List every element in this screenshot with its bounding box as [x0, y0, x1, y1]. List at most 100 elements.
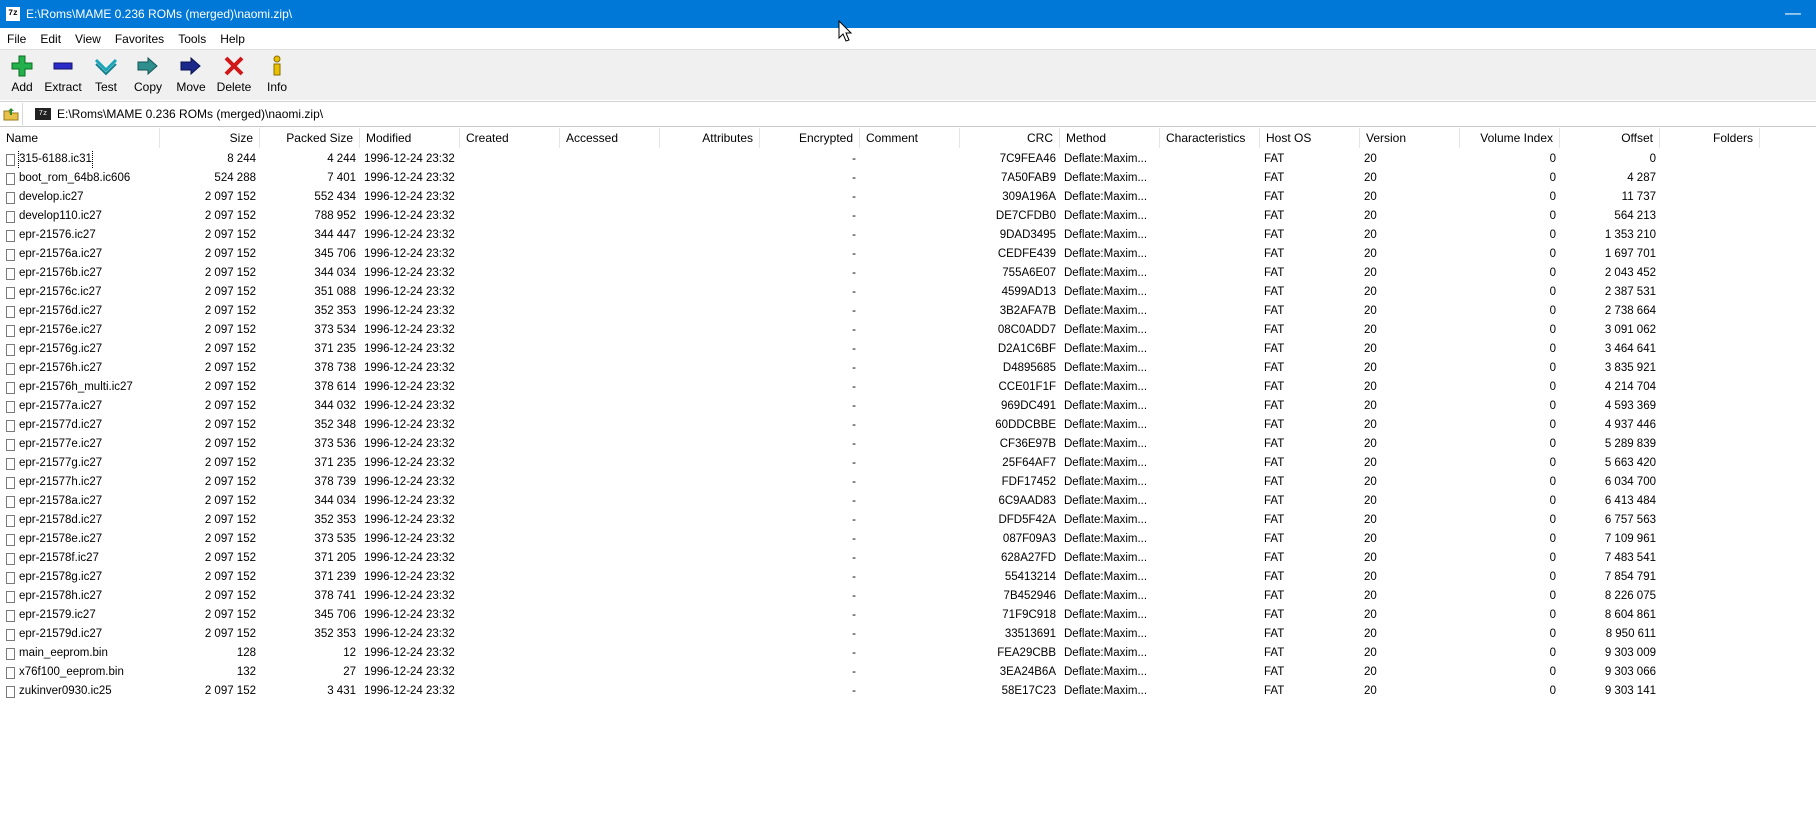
file-name: x76f100_eeprom.bin — [19, 666, 124, 678]
copy-button[interactable]: Copy — [126, 54, 170, 94]
table-row[interactable]: epr-21578d.ic27 2 097 152 352 353 1996-12-2… — [0, 511, 1816, 530]
cell-name[interactable]: epr-21576d.ic27 — [0, 302, 160, 321]
cell-name[interactable]: epr-21577d.ic27 — [0, 416, 160, 435]
table-row[interactable]: epr-21576c.ic27 2 097 152 351 088 1996-12-2… — [0, 283, 1816, 302]
column-header-folders[interactable]: Folders — [1660, 128, 1760, 148]
cell-name[interactable]: epr-21576a.ic27 — [0, 245, 160, 264]
column-header-name[interactable]: Name — [0, 128, 160, 148]
table-row[interactable]: epr-21576g.ic27 2 097 152 371 235 1996-12-2… — [0, 340, 1816, 359]
table-row[interactable]: epr-21577h.ic27 2 097 152 378 739 1996-12-2… — [0, 473, 1816, 492]
menu-view[interactable]: View — [68, 32, 108, 46]
title-bar[interactable]: 7z E:\Roms\MAME 0.236 ROMs (merged)\naom… — [0, 0, 1816, 28]
table-row[interactable]: develop.ic27 2 097 152 552 434 1996-12-24 2… — [0, 188, 1816, 207]
table-row[interactable]: epr-21577g.ic27 2 097 152 371 235 1996-12-2… — [0, 454, 1816, 473]
cell-volume: 0 — [1549, 343, 1556, 355]
copy-icon — [126, 54, 170, 78]
info-button[interactable]: Info — [255, 54, 299, 94]
cell-name[interactable]: x76f100_eeprom.bin — [0, 663, 160, 682]
table-row[interactable]: main_eeprom.bin 128 12 1996-12-24 23:32 - FEA… — [0, 644, 1816, 663]
column-header-volume-index[interactable]: Volume Index — [1460, 128, 1560, 148]
cell-name[interactable]: boot_rom_64b8.ic606 — [0, 169, 160, 188]
cell-name[interactable]: epr-21577a.ic27 — [0, 397, 160, 416]
delete-button[interactable]: Delete — [212, 54, 256, 94]
table-row[interactable]: epr-21578g.ic27 2 097 152 371 239 1996-12-2… — [0, 568, 1816, 587]
cell-name[interactable]: epr-21578d.ic27 — [0, 511, 160, 530]
cell-name[interactable]: epr-21576h_multi.ic27 — [0, 378, 160, 397]
table-row[interactable]: epr-21576a.ic27 2 097 152 345 706 1996-12-2… — [0, 245, 1816, 264]
cell-name[interactable]: epr-21578h.ic27 — [0, 587, 160, 606]
table-row[interactable]: epr-21579d.ic27 2 097 152 352 353 1996-12-2… — [0, 625, 1816, 644]
table-row[interactable]: epr-21576.ic27 2 097 152 344 447 1996-12-24… — [0, 226, 1816, 245]
column-header-version[interactable]: Version — [1360, 128, 1460, 148]
cell-name[interactable]: main_eeprom.bin — [0, 644, 160, 663]
cell-name[interactable]: epr-21576h.ic27 — [0, 359, 160, 378]
cell-hostos: FAT — [1264, 495, 1285, 507]
cell-name[interactable]: epr-21576.ic27 — [0, 226, 160, 245]
cell-name[interactable]: zukinver0930.ic25 — [0, 682, 160, 701]
extract-button[interactable]: Extract — [41, 54, 85, 94]
table-row[interactable]: epr-21576h.ic27 2 097 152 378 738 1996-12-2… — [0, 359, 1816, 378]
column-header-created[interactable]: Created — [460, 128, 560, 148]
cell-name[interactable]: develop.ic27 — [0, 188, 160, 207]
cell-packed: 373 534 — [314, 324, 356, 336]
table-row[interactable]: epr-21576h_multi.ic27 2 097 152 378 614 199… — [0, 378, 1816, 397]
column-header-modified[interactable]: Modified — [360, 128, 460, 148]
cell-name[interactable]: epr-21578a.ic27 — [0, 492, 160, 511]
table-row[interactable]: epr-21579.ic27 2 097 152 345 706 1996-12-24… — [0, 606, 1816, 625]
menu-file[interactable]: File — [0, 32, 33, 46]
column-header-size[interactable]: Size — [160, 128, 260, 148]
column-header-characteristics[interactable]: Characteristics — [1160, 128, 1260, 148]
column-header-packed-size[interactable]: Packed Size — [260, 128, 360, 148]
cell-name[interactable]: epr-21577e.ic27 — [0, 435, 160, 454]
column-header-accessed[interactable]: Accessed — [560, 128, 660, 148]
cell-name[interactable]: develop110.ic27 — [0, 207, 160, 226]
table-row[interactable]: x76f100_eeprom.bin 132 27 1996-12-24 23:32 -… — [0, 663, 1816, 682]
cell-name[interactable]: epr-21577g.ic27 — [0, 454, 160, 473]
test-button[interactable]: Test — [84, 54, 128, 94]
cell-name[interactable]: epr-21579.ic27 — [0, 606, 160, 625]
cell-name[interactable]: epr-21576b.ic27 — [0, 264, 160, 283]
cell-size: 2 097 152 — [204, 476, 256, 488]
cell-name[interactable]: epr-21578f.ic27 — [0, 549, 160, 568]
table-row[interactable]: epr-21578h.ic27 2 097 152 378 741 1996-12-2… — [0, 587, 1816, 606]
cell-name[interactable]: epr-21577h.ic27 — [0, 473, 160, 492]
up-folder-button[interactable] — [0, 103, 23, 125]
column-header-encrypted[interactable]: Encrypted — [760, 128, 860, 148]
table-row[interactable]: 315-6188.ic31 8 244 4 244 1996-12-24 23:32 -… — [0, 150, 1816, 169]
table-row[interactable]: epr-21576b.ic27 2 097 152 344 034 1996-12-2… — [0, 264, 1816, 283]
column-header-host-os[interactable]: Host OS — [1260, 128, 1360, 148]
table-row[interactable]: epr-21576e.ic27 2 097 152 373 534 1996-12-2… — [0, 321, 1816, 340]
cell-name[interactable]: epr-21576c.ic27 — [0, 283, 160, 302]
menu-edit[interactable]: Edit — [33, 32, 68, 46]
cell-name[interactable]: epr-21578e.ic27 — [0, 530, 160, 549]
cell-name[interactable]: epr-21579d.ic27 — [0, 625, 160, 644]
menu-tools[interactable]: Tools — [171, 32, 213, 46]
column-header-crc[interactable]: CRC — [960, 128, 1060, 148]
cell-name[interactable]: 315-6188.ic31 — [0, 150, 160, 169]
cell-name[interactable]: epr-21576g.ic27 — [0, 340, 160, 359]
minimize-button[interactable]: — — [1770, 0, 1816, 28]
table-row[interactable]: boot_rom_64b8.ic606 524 288 7 401 1996-12-2… — [0, 169, 1816, 188]
cell-crc: 628A27FD — [1001, 552, 1056, 564]
column-header-comment[interactable]: Comment — [860, 128, 960, 148]
table-row[interactable]: epr-21577d.ic27 2 097 152 352 348 1996-12-2… — [0, 416, 1816, 435]
move-button[interactable]: Move — [169, 54, 213, 94]
add-button[interactable]: Add — [0, 54, 44, 94]
table-row[interactable]: epr-21577a.ic27 2 097 152 344 032 1996-12-2… — [0, 397, 1816, 416]
column-header-method[interactable]: Method — [1060, 128, 1160, 148]
column-header-attributes[interactable]: Attributes — [660, 128, 760, 148]
menu-help[interactable]: Help — [213, 32, 252, 46]
cell-offset: 3 091 062 — [1604, 324, 1656, 336]
cell-name[interactable]: epr-21576e.ic27 — [0, 321, 160, 340]
address-path[interactable]: E:\Roms\MAME 0.236 ROMs (merged)\naomi.z… — [57, 107, 323, 121]
table-row[interactable]: zukinver0930.ic25 2 097 152 3 431 1996-12-2… — [0, 682, 1816, 701]
cell-name[interactable]: epr-21578g.ic27 — [0, 568, 160, 587]
column-header-offset[interactable]: Offset — [1560, 128, 1660, 148]
table-row[interactable]: epr-21577e.ic27 2 097 152 373 536 1996-12-2… — [0, 435, 1816, 454]
menu-favorites[interactable]: Favorites — [108, 32, 171, 46]
table-row[interactable]: epr-21578e.ic27 2 097 152 373 535 1996-12-2… — [0, 530, 1816, 549]
table-row[interactable]: epr-21578a.ic27 2 097 152 344 034 1996-12-2… — [0, 492, 1816, 511]
table-row[interactable]: epr-21578f.ic27 2 097 152 371 205 1996-12-2… — [0, 549, 1816, 568]
table-row[interactable]: epr-21576d.ic27 2 097 152 352 353 1996-12-2… — [0, 302, 1816, 321]
table-row[interactable]: develop110.ic27 2 097 152 788 952 1996-12-2… — [0, 207, 1816, 226]
